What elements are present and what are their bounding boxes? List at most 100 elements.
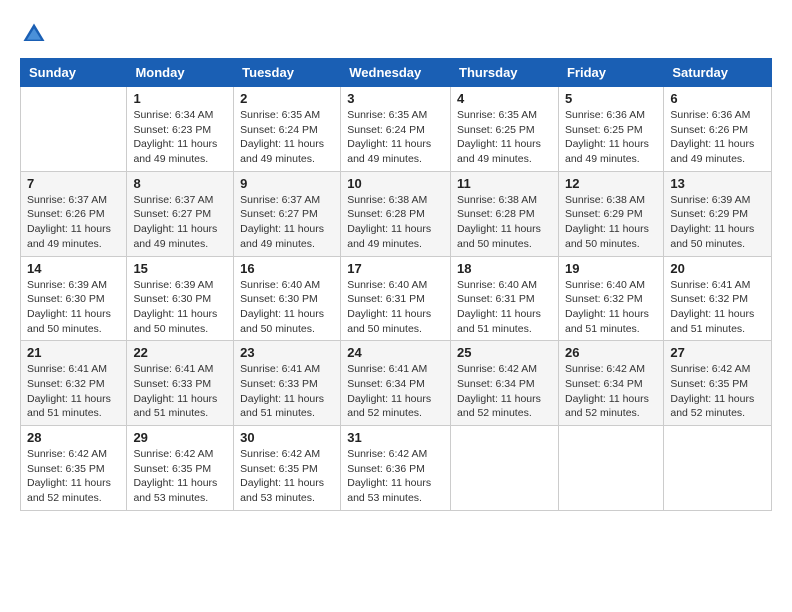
day-number: 3 [347,91,444,106]
calendar-week-row: 7 Sunrise: 6:37 AMSunset: 6:26 PMDaylight… [21,171,772,256]
day-info: Sunrise: 6:39 AMSunset: 6:29 PMDaylight:… [670,193,765,252]
calendar-cell: 14 Sunrise: 6:39 AMSunset: 6:30 PMDayligh… [21,256,127,341]
day-number: 4 [457,91,552,106]
logo [20,20,52,48]
day-number: 29 [133,430,227,445]
calendar-cell: 5Sunrise: 6:36 AMSunset: 6:25 PMDaylight… [558,87,663,172]
day-number: 19 [565,261,657,276]
calendar-cell [21,87,127,172]
day-info: Sunrise: 6:38 AMSunset: 6:28 PMDaylight:… [457,193,552,252]
day-info: Sunrise: 6:38 AMSunset: 6:28 PMDaylight:… [347,193,444,252]
calendar-cell: 19 Sunrise: 6:40 AMSunset: 6:32 PMDayligh… [558,256,663,341]
calendar-cell [451,426,559,511]
day-info: Sunrise: 6:36 AMSunset: 6:26 PMDaylight:… [670,108,765,167]
day-info: Sunrise: 6:39 AMSunset: 6:30 PMDaylight:… [27,278,120,337]
day-info: Sunrise: 6:42 AMSunset: 6:35 PMDaylight:… [27,447,120,506]
day-number: 9 [240,176,334,191]
calendar-cell: 12 Sunrise: 6:38 AMSunset: 6:29 PMDayligh… [558,171,663,256]
day-info: Sunrise: 6:42 AMSunset: 6:35 PMDaylight:… [240,447,334,506]
page-header [20,20,772,48]
day-number: 30 [240,430,334,445]
day-info: Sunrise: 6:37 AMSunset: 6:27 PMDaylight:… [133,193,227,252]
calendar-cell: 18Sunrise: 6:40 AMSunset: 6:31 PMDayligh… [451,256,559,341]
day-info: Sunrise: 6:37 AMSunset: 6:26 PMDaylight:… [27,193,120,252]
day-number: 28 [27,430,120,445]
calendar-week-row: 28 Sunrise: 6:42 AMSunset: 6:35 PMDayligh… [21,426,772,511]
calendar-cell: 29 Sunrise: 6:42 AMSunset: 6:35 PMDayligh… [127,426,234,511]
calendar-cell: 17Sunrise: 6:40 AMSunset: 6:31 PMDayligh… [341,256,451,341]
day-info: Sunrise: 6:35 AMSunset: 6:25 PMDaylight:… [457,108,552,167]
calendar-cell: 11 Sunrise: 6:38 AMSunset: 6:28 PMDayligh… [451,171,559,256]
calendar-cell: 9 Sunrise: 6:37 AMSunset: 6:27 PMDaylight… [234,171,341,256]
day-info: Sunrise: 6:42 AMSunset: 6:34 PMDaylight:… [565,362,657,421]
logo-icon [20,20,48,48]
calendar-cell: 20 Sunrise: 6:41 AMSunset: 6:32 PMDayligh… [664,256,772,341]
day-number: 27 [670,345,765,360]
day-info: Sunrise: 6:41 AMSunset: 6:33 PMDaylight:… [240,362,334,421]
day-number: 12 [565,176,657,191]
day-number: 10 [347,176,444,191]
day-number: 11 [457,176,552,191]
day-info: Sunrise: 6:42 AMSunset: 6:35 PMDaylight:… [133,447,227,506]
day-number: 6 [670,91,765,106]
calendar-cell: 4 Sunrise: 6:35 AMSunset: 6:25 PMDaylight… [451,87,559,172]
calendar-cell: 23 Sunrise: 6:41 AMSunset: 6:33 PMDayligh… [234,341,341,426]
day-number: 22 [133,345,227,360]
day-number: 1 [133,91,227,106]
calendar-cell: 25Sunrise: 6:42 AMSunset: 6:34 PMDayligh… [451,341,559,426]
day-info: Sunrise: 6:41 AMSunset: 6:34 PMDaylight:… [347,362,444,421]
calendar-cell: 24 Sunrise: 6:41 AMSunset: 6:34 PMDayligh… [341,341,451,426]
calendar-cell: 22 Sunrise: 6:41 AMSunset: 6:33 PMDayligh… [127,341,234,426]
day-info: Sunrise: 6:38 AMSunset: 6:29 PMDaylight:… [565,193,657,252]
calendar-cell: 7 Sunrise: 6:37 AMSunset: 6:26 PMDaylight… [21,171,127,256]
day-info: Sunrise: 6:41 AMSunset: 6:33 PMDaylight:… [133,362,227,421]
day-info: Sunrise: 6:40 AMSunset: 6:30 PMDaylight:… [240,278,334,337]
calendar-cell: 10 Sunrise: 6:38 AMSunset: 6:28 PMDayligh… [341,171,451,256]
calendar-cell [558,426,663,511]
calendar-cell: 26 Sunrise: 6:42 AMSunset: 6:34 PMDayligh… [558,341,663,426]
day-info: Sunrise: 6:34 AMSunset: 6:23 PMDaylight:… [133,108,227,167]
day-number: 13 [670,176,765,191]
calendar-cell: 30 Sunrise: 6:42 AMSunset: 6:35 PMDayligh… [234,426,341,511]
day-number: 23 [240,345,334,360]
calendar-cell: 3 Sunrise: 6:35 AMSunset: 6:24 PMDaylight… [341,87,451,172]
calendar-cell: 15 Sunrise: 6:39 AMSunset: 6:30 PMDayligh… [127,256,234,341]
day-info: Sunrise: 6:42 AMSunset: 6:36 PMDaylight:… [347,447,444,506]
day-number: 16 [240,261,334,276]
day-number: 14 [27,261,120,276]
day-info: Sunrise: 6:35 AMSunset: 6:24 PMDaylight:… [347,108,444,167]
day-number: 26 [565,345,657,360]
day-info: Sunrise: 6:39 AMSunset: 6:30 PMDaylight:… [133,278,227,337]
weekday-header-row: SundayMondayTuesdayWednesdayThursdayFrid… [21,59,772,87]
calendar-cell: 31 Sunrise: 6:42 AMSunset: 6:36 PMDayligh… [341,426,451,511]
calendar-cell: 28 Sunrise: 6:42 AMSunset: 6:35 PMDayligh… [21,426,127,511]
day-number: 25 [457,345,552,360]
calendar-week-row: 14 Sunrise: 6:39 AMSunset: 6:30 PMDayligh… [21,256,772,341]
calendar-cell: 21Sunrise: 6:41 AMSunset: 6:32 PMDayligh… [21,341,127,426]
day-info: Sunrise: 6:42 AMSunset: 6:35 PMDaylight:… [670,362,765,421]
weekday-header-tuesday: Tuesday [234,59,341,87]
day-number: 17 [347,261,444,276]
day-number: 7 [27,176,120,191]
day-number: 21 [27,345,120,360]
day-info: Sunrise: 6:41 AMSunset: 6:32 PMDaylight:… [670,278,765,337]
calendar-cell: 8 Sunrise: 6:37 AMSunset: 6:27 PMDaylight… [127,171,234,256]
calendar-cell: 6 Sunrise: 6:36 AMSunset: 6:26 PMDaylight… [664,87,772,172]
day-number: 15 [133,261,227,276]
day-number: 8 [133,176,227,191]
day-number: 24 [347,345,444,360]
calendar-cell: 2Sunrise: 6:35 AMSunset: 6:24 PMDaylight… [234,87,341,172]
calendar-week-row: 1 Sunrise: 6:34 AMSunset: 6:23 PMDaylight… [21,87,772,172]
weekday-header-monday: Monday [127,59,234,87]
day-number: 20 [670,261,765,276]
weekday-header-wednesday: Wednesday [341,59,451,87]
calendar-cell: 13 Sunrise: 6:39 AMSunset: 6:29 PMDayligh… [664,171,772,256]
calendar-cell: 27 Sunrise: 6:42 AMSunset: 6:35 PMDayligh… [664,341,772,426]
calendar-cell: 16 Sunrise: 6:40 AMSunset: 6:30 PMDayligh… [234,256,341,341]
calendar-cell [664,426,772,511]
day-number: 31 [347,430,444,445]
day-info: Sunrise: 6:37 AMSunset: 6:27 PMDaylight:… [240,193,334,252]
calendar-cell: 1 Sunrise: 6:34 AMSunset: 6:23 PMDaylight… [127,87,234,172]
day-info: Sunrise: 6:40 AMSunset: 6:32 PMDaylight:… [565,278,657,337]
day-number: 5 [565,91,657,106]
